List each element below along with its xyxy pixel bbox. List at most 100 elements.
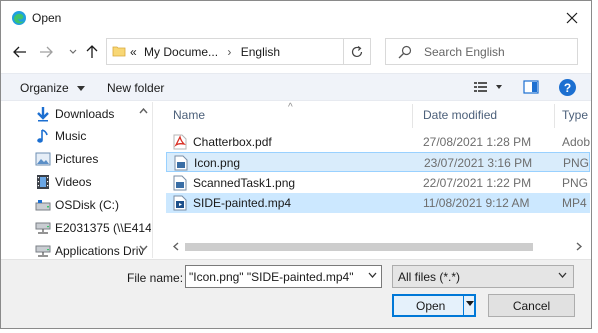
column-header-type[interactable]: Type	[562, 102, 588, 128]
command-bar: Organize New folder ?	[1, 73, 591, 101]
nav-item-label: Music	[55, 129, 87, 143]
file-type: PNG	[562, 176, 589, 190]
caret-down-icon[interactable]	[466, 301, 474, 307]
nav-item-music[interactable]: Music	[35, 126, 86, 146]
file-list: ^ Name Date modified Type Chatterbox.pdf…	[166, 102, 591, 258]
film-icon	[35, 174, 51, 190]
file-name: Icon.png	[194, 156, 241, 170]
column-header-name[interactable]: Name	[173, 102, 205, 128]
up-button[interactable]	[82, 42, 102, 62]
file-name: SIDE-painted.mp4	[193, 196, 292, 210]
file-type: PNG	[563, 156, 590, 170]
preview-pane-icon	[523, 80, 539, 94]
file-name: ScannedTask1.png	[193, 176, 296, 190]
network-drive-icon	[35, 220, 51, 236]
back-arrow-icon	[13, 46, 26, 58]
nav-item-videos[interactable]: Videos	[35, 172, 91, 192]
forward-arrow-icon	[40, 46, 53, 58]
pane-divider[interactable]	[152, 102, 153, 258]
file-row-scannedtask1[interactable]: ScannedTask1.png 22/07/2021 1:22 PM PNG	[166, 173, 590, 193]
preview-pane-button[interactable]	[523, 80, 539, 97]
window-title: Open	[32, 11, 62, 25]
close-button[interactable]	[559, 5, 585, 31]
nav-item-label: OSDisk (C:)	[55, 198, 119, 212]
nav-item-network-e2031375[interactable]: E2031375 (\\E414	[35, 218, 151, 238]
image-file-icon	[173, 175, 187, 191]
search-input[interactable]: Search English	[385, 38, 578, 65]
open-button[interactable]: Open	[392, 294, 476, 317]
help-button[interactable]: ?	[559, 79, 576, 96]
edge-app-icon	[11, 10, 27, 26]
file-type-select[interactable]: All files (*.*)	[392, 265, 574, 288]
column-separator[interactable]	[554, 104, 555, 128]
cancel-button[interactable]: Cancel	[488, 294, 575, 317]
breadcrumb-my-documents[interactable]: My Docume...	[144, 45, 218, 59]
close-icon	[566, 12, 578, 24]
forward-button[interactable]	[36, 42, 56, 62]
column-header-date[interactable]: Date modified	[423, 102, 497, 128]
dialog-footer: File name: "Icon.png" "SIDE-painted.mp4"…	[1, 259, 591, 328]
organize-button[interactable]: Organize	[20, 81, 86, 95]
scroll-up-icon[interactable]	[139, 108, 148, 114]
file-row-side-painted[interactable]: SIDE-painted.mp4 11/08/2021 9:12 AM MP4	[166, 193, 590, 213]
change-view-button[interactable]	[473, 80, 503, 97]
view-details-icon	[474, 82, 502, 92]
scrollbar-thumb[interactable]	[185, 243, 533, 251]
pdf-icon	[173, 134, 187, 150]
nav-item-pictures[interactable]: Pictures	[35, 149, 98, 169]
file-name-input[interactable]: "Icon.png" "SIDE-painted.mp4"	[185, 265, 382, 288]
open-label: Open	[416, 299, 446, 313]
recent-locations-button[interactable]	[63, 42, 83, 62]
up-arrow-icon	[86, 45, 98, 58]
back-button[interactable]	[10, 42, 30, 62]
file-row-icon-png[interactable]: Icon.png 23/07/2021 3:16 PM PNG	[166, 152, 590, 172]
file-date: 22/07/2021 1:22 PM	[423, 176, 532, 190]
nav-item-downloads[interactable]: Downloads	[35, 104, 114, 124]
search-placeholder: Search English	[424, 45, 505, 59]
address-path: « My Docume... › English	[130, 45, 280, 59]
nav-item-applications-drive[interactable]: Applications Driv	[35, 241, 144, 258]
refresh-button[interactable]	[344, 38, 371, 65]
address-bar[interactable]: « My Docume... › English	[106, 38, 438, 65]
address-overflow[interactable]: «	[130, 45, 137, 59]
file-date: 27/08/2021 1:28 PM	[423, 135, 532, 149]
file-name-cell: SIDE-painted.mp4	[173, 195, 291, 211]
file-type-value: All files (*.*)	[398, 270, 461, 284]
navigation-pane: Downloads Music Pictures Videos OSDisk (…	[1, 102, 151, 258]
file-name-cell: ScannedTask1.png	[173, 175, 295, 191]
navigation-pane-scrollbar[interactable]	[136, 102, 152, 258]
organize-label: Organize	[20, 81, 69, 95]
title-bar: Open	[1, 1, 591, 35]
file-type: Adob	[562, 135, 591, 149]
breadcrumb-english[interactable]: English	[241, 45, 280, 59]
column-separator[interactable]	[412, 104, 413, 128]
file-type: MP4	[562, 196, 587, 210]
pictures-icon	[35, 151, 51, 167]
file-name-cell: Chatterbox.pdf	[173, 134, 272, 150]
split-divider	[463, 296, 464, 315]
file-date: 11/08/2021 9:12 AM	[423, 196, 530, 210]
file-name-cell: Icon.png	[174, 155, 240, 171]
chevron-down-icon[interactable]	[368, 272, 377, 278]
image-file-icon	[174, 155, 188, 171]
sort-ascending-icon: ^	[288, 102, 293, 113]
new-folder-button[interactable]: New folder	[107, 81, 164, 95]
file-list-horizontal-scrollbar[interactable]	[168, 238, 588, 255]
drive-icon	[35, 197, 51, 213]
nav-item-osdisk[interactable]: OSDisk (C:)	[35, 195, 119, 215]
scroll-right-icon[interactable]	[576, 242, 582, 251]
nav-item-label: Applications Driv	[55, 244, 145, 258]
file-name-label: File name:	[127, 271, 184, 285]
scroll-down-icon[interactable]	[139, 245, 148, 251]
video-file-icon	[173, 195, 187, 211]
breadcrumb-separator-icon: ›	[227, 45, 232, 59]
file-date: 23/07/2021 3:16 PM	[424, 156, 533, 170]
chevron-down-icon	[69, 49, 77, 54]
music-note-icon	[35, 128, 51, 144]
scroll-left-icon[interactable]	[173, 242, 179, 251]
open-dialog: Open « My Docume... › English Search Eng…	[0, 0, 592, 329]
search-icon	[398, 45, 412, 62]
caret-down-icon	[77, 86, 86, 91]
file-name-value: "Icon.png" "SIDE-painted.mp4"	[189, 270, 354, 284]
file-row-chatterbox[interactable]: Chatterbox.pdf 27/08/2021 1:28 PM Adob	[166, 132, 590, 152]
